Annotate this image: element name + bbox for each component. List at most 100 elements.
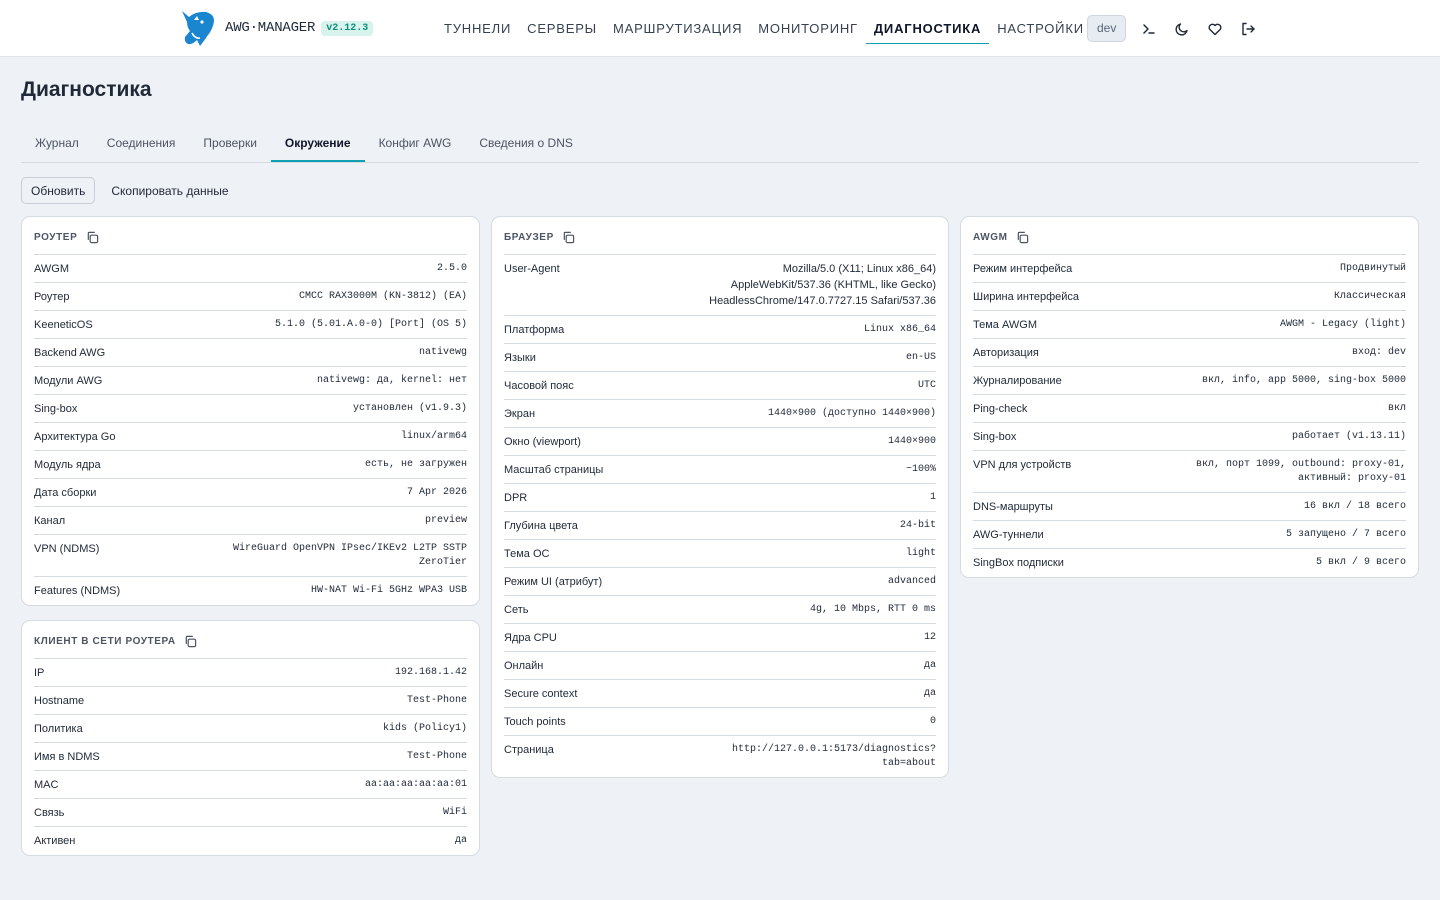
info-row: DNS-маршруты 16 вкл / 18 всего: [973, 493, 1406, 521]
info-value: en-US: [905, 352, 936, 363]
info-row: Secure context да: [504, 680, 936, 708]
info-label: AWGM: [34, 263, 70, 275]
info-value: Linux x86_64: [863, 324, 936, 335]
info-value: linux/arm64: [400, 431, 467, 442]
page-title: Диагностика: [21, 78, 152, 101]
nav-settings[interactable]: НАСТРОЙКИ: [989, 0, 1092, 44]
info-value: вход: dev: [1351, 347, 1406, 358]
copy-icon[interactable]: [85, 231, 99, 245]
toolbar: Обновить Скопировать данные: [21, 177, 238, 204]
info-row: Ядра CPU 12: [504, 624, 936, 652]
info-label: Активен: [34, 835, 76, 847]
info-label: Ядра CPU: [504, 632, 557, 644]
info-value: да: [454, 835, 467, 846]
info-row: Авторизация вход: dev: [973, 339, 1406, 367]
info-value: да: [923, 660, 936, 671]
client-card: КЛИЕНТ В СЕТИ РОУТЕРА IP 192.168.1.42 Host…: [21, 620, 480, 856]
info-row: Ширина интерфейса Классическая: [973, 283, 1406, 311]
info-label: Связь: [34, 807, 65, 819]
info-row: Канал preview: [34, 507, 467, 535]
brand-name: AWG·MANAGER: [225, 20, 316, 36]
info-label: DNS-маршруты: [973, 501, 1053, 513]
copy-icon[interactable]: [562, 231, 576, 245]
info-value: работает (v1.13.11): [1291, 431, 1406, 442]
moon-icon[interactable]: [1172, 19, 1192, 39]
tab-awg-config[interactable]: Конфиг AWG: [365, 124, 466, 162]
tab-environment[interactable]: Окружение: [270, 124, 365, 162]
info-value: 192.168.1.42: [394, 667, 467, 678]
card-title: КЛИЕНТ В СЕТИ РОУТЕРА: [34, 636, 176, 647]
info-row: Онлайн да: [504, 652, 936, 680]
info-row: IP 192.168.1.42: [34, 659, 467, 687]
info-row: Дата сборки 7 Apr 2026: [34, 479, 467, 507]
info-row: Роутер CMCC RAX3000M (KN-3812) (EA): [34, 283, 467, 311]
info-value: WireGuard OpenVPN IPsec/IKEv2 L2TP SSTP Z…: [232, 543, 467, 568]
copy-data-button[interactable]: Скопировать данные: [102, 177, 237, 204]
tab-checks[interactable]: Проверки: [189, 124, 271, 162]
info-label: Secure context: [504, 688, 578, 700]
nav-routing[interactable]: МАРШРУТИЗАЦИЯ: [605, 0, 750, 44]
card-header: КЛИЕНТ В СЕТИ РОУТЕРА: [34, 621, 467, 659]
info-row: Платформа Linux x86_64: [504, 316, 936, 344]
info-row: Глубина цвета 24-bit: [504, 512, 936, 540]
info-value: 1: [929, 492, 936, 503]
info-label: Экран: [504, 408, 536, 420]
card-header: БРАУЗЕР: [504, 217, 936, 255]
info-row: Touch points 0: [504, 708, 936, 736]
info-label: Sing-box: [34, 403, 78, 415]
info-label: IP: [34, 667, 45, 679]
info-value: advanced: [887, 576, 936, 587]
terminal-icon[interactable]: [1139, 19, 1159, 39]
info-value: HW-NAT Wi-Fi 5GHz WPA3 USB: [310, 585, 467, 596]
info-label: Канал: [34, 515, 66, 527]
info-label: Touch points: [504, 716, 566, 728]
info-row: Часовой пояс UTC: [504, 372, 936, 400]
info-label: VPN для устройств: [973, 459, 1072, 471]
logo-link[interactable]: AWG·MANAGER v2.12.3: [180, 9, 374, 47]
logout-icon[interactable]: [1238, 19, 1258, 39]
copy-icon[interactable]: [184, 635, 198, 649]
info-row: Имя в NDMS Test-Phone: [34, 743, 467, 771]
info-value: Mozilla/5.0 (X11; Linux x86_64) AppleWebK…: [709, 263, 936, 307]
info-row: Архитектура Go linux/arm64: [34, 423, 467, 451]
info-row: Режим интерфейса Продвинутый: [973, 255, 1406, 283]
tab-journal[interactable]: Журнал: [21, 124, 93, 162]
nav-servers[interactable]: СЕРВЕРЫ: [519, 0, 605, 44]
info-row: Sing-box работает (v1.13.11): [973, 423, 1406, 451]
info-label: Features (NDMS): [34, 585, 121, 597]
info-value: http://127.0.0.1:5173/diagnostics? tab=ab…: [731, 744, 936, 769]
info-value: 2.5.0: [436, 263, 467, 274]
card-title: БРАУЗЕР: [504, 232, 554, 243]
info-label: Языки: [504, 352, 536, 364]
info-label: VPN (NDMS): [34, 543, 100, 555]
nav-monitoring[interactable]: МОНИТОРИНГ: [750, 0, 866, 44]
env-badge[interactable]: dev: [1087, 15, 1127, 42]
nav-tunnels[interactable]: ТУННЕЛИ: [436, 0, 519, 44]
refresh-button[interactable]: Обновить: [21, 177, 96, 204]
info-value: 5 вкл / 9 всего: [1315, 557, 1406, 568]
info-row: Масштаб страницы ~100%: [504, 456, 936, 484]
info-row: AWGM 2.5.0: [34, 255, 467, 283]
tab-connections[interactable]: Соединения: [93, 124, 190, 162]
info-row: Экран 1440×900 (доступно 1440×900): [504, 400, 936, 428]
info-row: DPR 1: [504, 484, 936, 512]
info-row: SingBox подписки 5 вкл / 9 всего: [973, 549, 1406, 577]
copy-icon[interactable]: [1016, 231, 1030, 245]
info-label: Платформа: [504, 324, 565, 336]
heart-icon[interactable]: [1205, 19, 1225, 39]
info-label: Политика: [34, 723, 83, 735]
info-row: Окно (viewport) 1440×900: [504, 428, 936, 456]
info-label: Тема AWGM: [973, 319, 1037, 331]
info-value: Классическая: [1333, 291, 1406, 302]
info-row: Sing-box установлен (v1.9.3): [34, 395, 467, 423]
main-nav: ТУННЕЛИ СЕРВЕРЫ МАРШРУТИЗАЦИЯ МОНИТОРИНГ ДИА…: [436, 0, 1092, 57]
router-card: РОУТЕР AWGM 2.5.0 Роутер CMCC RAX3000M (KN-…: [21, 216, 480, 606]
info-value: 5 запущено / 7 всего: [1285, 529, 1406, 540]
info-value: есть, не загружен: [364, 459, 467, 470]
nav-diagnostics[interactable]: ДИАГНОСТИКА: [865, 0, 990, 44]
info-value: 0: [929, 716, 936, 727]
info-label: Часовой пояс: [504, 380, 574, 392]
info-row: AWG-туннели 5 запущено / 7 всего: [973, 521, 1406, 549]
tab-dns-info[interactable]: Сведения о DNS: [465, 124, 587, 162]
info-row: Тема AWGM AWGM - Legacy (light): [973, 311, 1406, 339]
